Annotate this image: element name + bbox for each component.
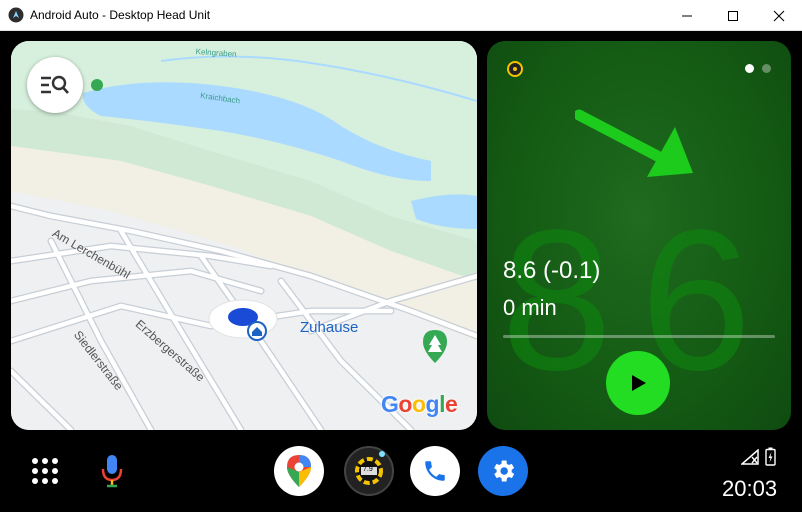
page-dot [762,64,771,73]
window-title: Android Auto - Desktop Head Unit [30,8,211,22]
play-button[interactable] [606,351,670,415]
battery-charging-icon [765,447,776,466]
close-button[interactable] [756,0,802,31]
gauge-badge-text: 7.9 [363,466,373,473]
bottom-dock: 7.9 20:03 [0,440,802,512]
app-launcher-button[interactable] [20,446,70,496]
title-bar[interactable]: Android Auto - Desktop Head Unit [0,0,802,31]
dhu-window: Android Auto - Desktop Head Unit Kelngra… [0,0,802,512]
page-dot-active [745,64,754,73]
maps-app-button[interactable] [274,446,324,496]
gauge-app-button[interactable]: 7.9 [344,446,394,496]
search-menu-icon [41,75,69,94]
page-indicator [745,64,771,73]
minimize-button[interactable] [664,0,710,31]
nav-value-text: 8.6 (-0.1) [503,257,601,284]
play-icon [632,375,646,391]
settings-app-button[interactable] [478,446,528,496]
poi-home-label: Zuhause [300,319,359,336]
gear-icon [494,460,515,482]
minimize-icon [682,15,692,16]
turn-right-arrow-icon [575,109,693,177]
map-view[interactable]: Kelngraben Kraichbach Am Lerchenbühl Erz… [11,41,477,430]
google-logo: Google [381,391,458,417]
maximize-button[interactable] [710,0,756,31]
progress-bar [503,335,775,338]
maximize-icon [728,10,738,21]
phone-icon [425,461,445,481]
android-auto-app-icon [8,7,24,23]
app-grid-icon [32,458,58,484]
nav-eta-text: 0 min [503,295,557,320]
close-icon [773,10,785,21]
search-button[interactable] [27,57,83,113]
microphone-icon [101,455,123,488]
no-signal-icon [741,448,759,465]
status-icons [741,447,776,466]
gauge-app-badge-icon [507,61,523,77]
google-maps-icon [287,455,311,487]
assistant-button[interactable] [87,446,137,496]
clock: 20:03 [722,476,778,501]
notification-dot [379,451,385,457]
phone-app-button[interactable] [410,446,460,496]
nav-card[interactable]: 86 8.6 (-0.1) 0 min [487,41,791,430]
map-canvas [11,41,477,430]
